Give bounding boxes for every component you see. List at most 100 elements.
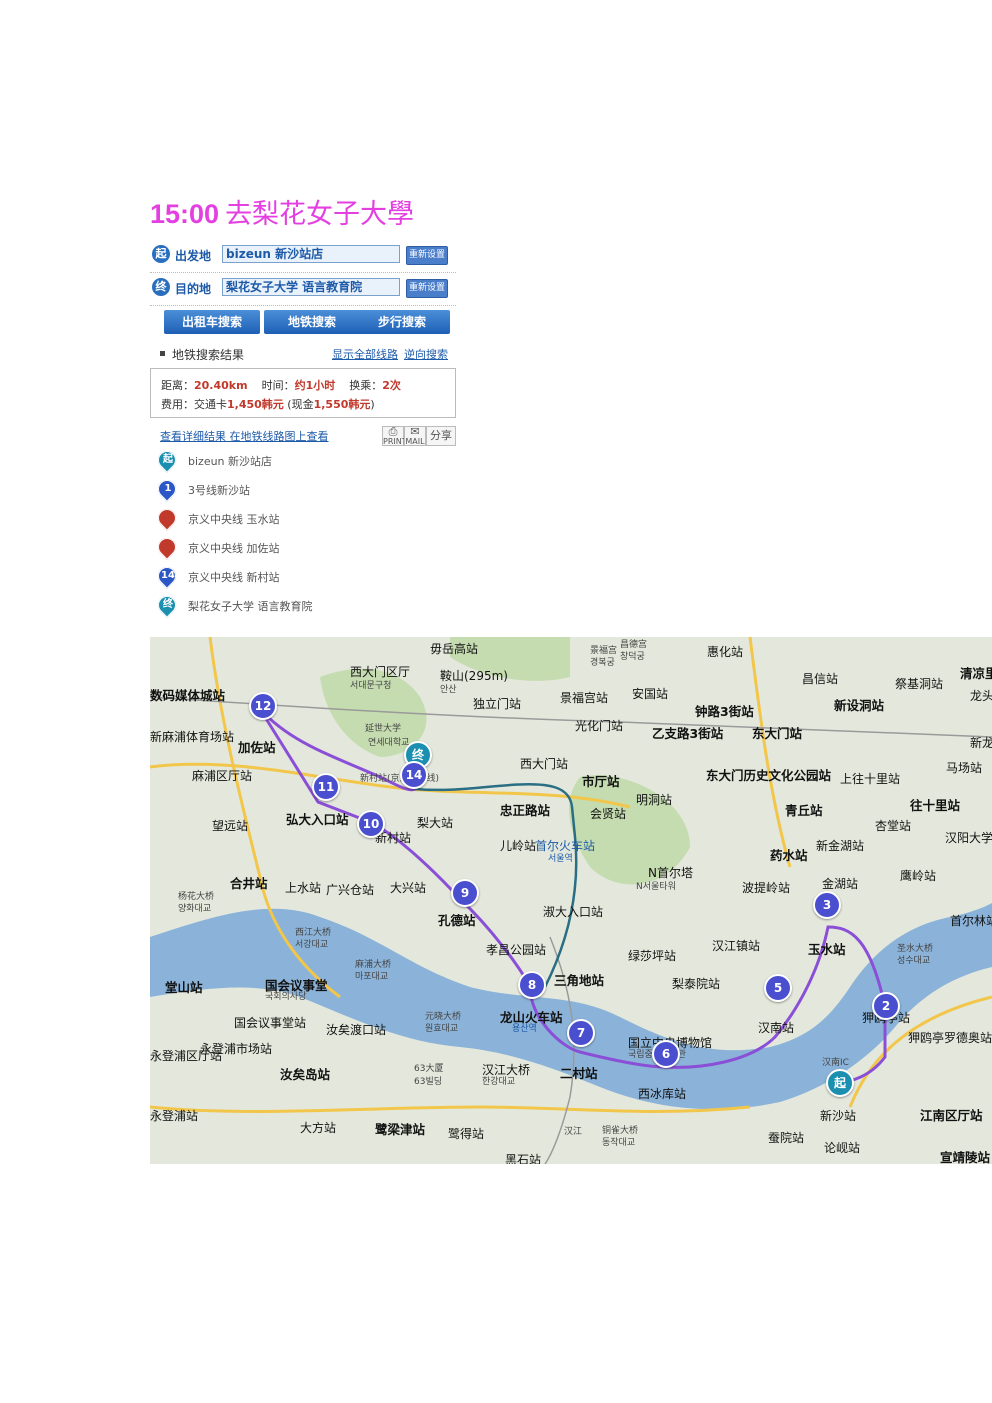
map-marker-icon[interactable]: 9 xyxy=(451,879,479,907)
map-marker-icon[interactable]: 11 xyxy=(312,773,340,801)
map-marker-icon[interactable]: 10 xyxy=(357,810,385,838)
map-marker-icon[interactable]: 起 xyxy=(826,1069,854,1097)
route-summary: 距离：20.40km 时间：约1小时 换乘：2次 费用：交通卡1,450韩元 (… xyxy=(150,368,456,418)
destination-reset-button[interactable]: 重新设置 xyxy=(406,279,448,298)
route-map[interactable]: 西大门区厅 서대문구청 毋岳高站 鞍山(295m) 안산 独立门站 景福宫站 安国站 钟路3街站… xyxy=(150,637,992,1164)
step-text: 3号线新沙站 xyxy=(188,484,250,497)
destination-field[interactable]: 梨花女子大学 语言教育院 xyxy=(222,278,400,296)
transfer-value: 2次 xyxy=(382,379,401,392)
map-label: 안산 xyxy=(440,685,457,695)
map-background xyxy=(150,637,992,1164)
distance-value: 20.40km xyxy=(194,379,248,392)
route-step: 起 bizeun 新沙站店 xyxy=(150,447,456,477)
step-text: 京义中央线 新村站 xyxy=(188,571,280,584)
map-label: 용산역 xyxy=(512,1024,537,1034)
route-step: 1 3号线新沙站 xyxy=(150,476,456,506)
route-steps: 起 bizeun 新沙站店 1 3号线新沙站京义中央线 玉水站京义中央线 加佐站 14 京… xyxy=(150,447,456,622)
step-badge xyxy=(159,509,177,527)
map-label: 鹭得站 xyxy=(448,1127,485,1141)
map-label: 鹰岭站 xyxy=(900,869,937,883)
map-label: 龙头站 xyxy=(970,689,992,703)
map-label: 양화대교 xyxy=(178,904,212,914)
share-button[interactable]: 分享 xyxy=(426,426,456,446)
map-label: 마포대교 xyxy=(355,972,389,982)
route-step: 京义中央线 玉水站 xyxy=(150,505,456,535)
map-label: 西冰库站 xyxy=(638,1087,687,1101)
map-label: 二村站 xyxy=(560,1066,598,1081)
map-label: 汝矣岛站 xyxy=(280,1067,331,1082)
map-label: 大方站 xyxy=(300,1121,337,1135)
map-label: 首尔林站 xyxy=(950,914,992,928)
map-label: 祭基洞站 xyxy=(895,677,944,691)
map-marker-icon[interactable]: 8 xyxy=(518,971,546,999)
taxi-search-button[interactable]: 出租车搜索 xyxy=(164,310,260,334)
subway-search-button[interactable]: 地铁搜索 xyxy=(264,310,360,334)
show-all-routes-link[interactable]: 显示全部线路 xyxy=(332,346,398,362)
step-badge: 1 xyxy=(164,483,172,494)
map-label: 惠化站 xyxy=(707,645,744,659)
map-label: 合井站 xyxy=(230,876,268,891)
map-marker-icon[interactable]: 12 xyxy=(249,692,277,720)
origin-reset-button[interactable]: 重新设置 xyxy=(406,246,448,265)
title-time: 15:00 xyxy=(150,199,220,229)
map-label: 三角地站 xyxy=(554,973,605,988)
fee-cash-value: 1,550韩元 xyxy=(313,398,371,411)
start-badge-icon: 起 xyxy=(152,245,170,263)
map-label: 忠正路站 xyxy=(500,803,551,818)
print-icon[interactable]: ⎙ PRINT xyxy=(382,426,407,446)
origin-row: 起 出发地 bizeun 新沙站店 重新设置 xyxy=(150,240,456,273)
map-label: 국회의사당 xyxy=(265,992,307,1002)
map-marker-icon[interactable]: 5 xyxy=(764,974,792,1002)
reverse-search-link[interactable]: 逆向搜索 xyxy=(404,346,448,362)
title-text: 去梨花女子大學 xyxy=(225,199,415,230)
mail-icon[interactable]: ✉ MAIL xyxy=(404,426,426,446)
map-label: 国会议事堂站 xyxy=(234,1016,307,1030)
step-text: 梨花女子大学 语言教育院 xyxy=(188,600,313,613)
map-label: 大兴站 xyxy=(390,881,427,895)
map-marker-icon[interactable]: 2 xyxy=(872,992,900,1020)
map-label: 加佐站 xyxy=(238,740,276,755)
time-label: 时间： xyxy=(261,379,295,392)
map-label: 동작대교 xyxy=(602,1138,636,1148)
mail-label: MAIL xyxy=(405,437,425,446)
transfer-label: 换乘： xyxy=(349,379,383,392)
fee-label: 费用：交通卡 xyxy=(161,398,227,411)
map-label: 汉阳大学 xyxy=(945,831,992,845)
map-label: 明洞站 xyxy=(636,793,673,807)
map-label: 景福宫站 xyxy=(560,691,609,705)
map-label: 望远站 xyxy=(212,819,249,833)
map-label: 狎鸥亭罗德奥站 xyxy=(908,1031,992,1045)
map-label: 西大门站 xyxy=(520,757,569,771)
map-label: 汉江 xyxy=(564,1127,583,1137)
map-label: 杏堂站 xyxy=(875,819,912,833)
route-step: 14 京义中央线 新村站 xyxy=(150,563,456,593)
map-label: 东大门站 xyxy=(752,726,803,741)
map-label: 马场站 xyxy=(946,761,983,775)
map-marker-icon[interactable]: 6 xyxy=(652,1040,680,1068)
detail-and-map-links: 查看详细结果 在地铁线路图上查看 xyxy=(160,428,329,444)
origin-field[interactable]: bizeun 新沙站店 xyxy=(222,245,400,263)
map-label: 延世大学 xyxy=(365,724,402,734)
map-label: 汝矣渡口站 xyxy=(326,1023,387,1037)
map-label: 원효대교 xyxy=(425,1024,459,1034)
map-label: 孔德站 xyxy=(438,913,476,928)
step-badge xyxy=(159,538,177,556)
end-badge-icon: 终 xyxy=(152,278,170,296)
route-step: 终 梨花女子大学 语言教育院 xyxy=(150,592,456,622)
map-label: 宣靖陵站 xyxy=(940,1150,991,1164)
detail-link[interactable]: 查看详细结果 xyxy=(160,430,226,443)
map-label: 경복궁 xyxy=(590,658,615,668)
map-label: 서울역 xyxy=(548,854,573,864)
step-badge: 起 xyxy=(163,454,173,465)
map-marker-icon[interactable]: 7 xyxy=(567,1019,595,1047)
map-marker-icon[interactable]: 14 xyxy=(400,761,428,789)
fee-cash-suffix: ) xyxy=(370,398,375,411)
subway-map-link[interactable]: 在地铁线路图上查看 xyxy=(230,430,329,443)
map-label: 63빌딩 xyxy=(414,1077,443,1087)
walk-search-button[interactable]: 步行搜索 xyxy=(354,310,450,334)
step-text: 京义中央线 加佐站 xyxy=(188,542,280,555)
map-label: 蚕院站 xyxy=(768,1131,805,1145)
map-marker-icon[interactable]: 3 xyxy=(813,891,841,919)
map-label: 한강대교 xyxy=(482,1077,516,1087)
map-label: 广兴仓站 xyxy=(326,883,375,897)
